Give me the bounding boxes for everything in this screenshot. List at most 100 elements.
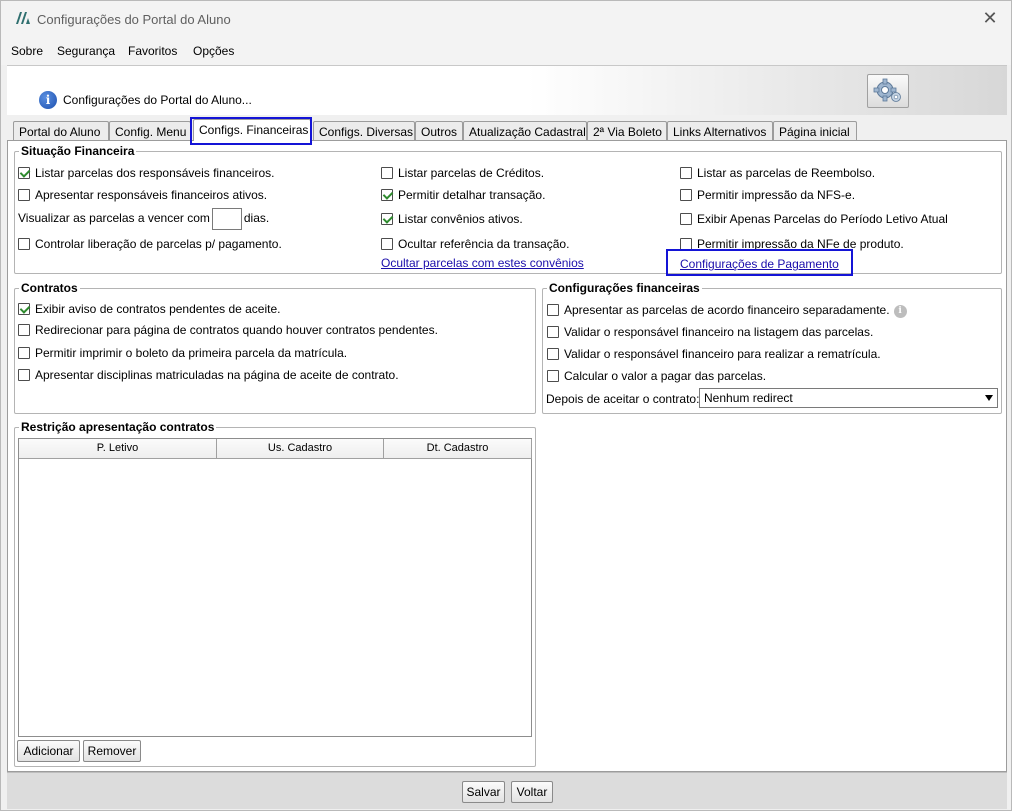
checkbox-label: Apresentar responsáveis financeiros ativ… — [35, 188, 268, 202]
cb-ocultar-referencia[interactable]: Ocultar referência da transação. — [381, 236, 569, 252]
cb-disciplinas-matriculadas[interactable]: Apresentar disciplinas matriculadas na p… — [18, 367, 399, 383]
checkbox-label: Permitir detalhar transação. — [398, 188, 546, 202]
checkbox-label: Listar convênios ativos. — [398, 212, 523, 226]
after-accept-select[interactable]: Nenhum redirect — [699, 388, 998, 408]
back-button[interactable]: Voltar — [511, 781, 553, 803]
info-icon[interactable]: i — [893, 305, 907, 318]
cb-parcelas-reembolso[interactable]: Listar as parcelas de Reembolso. — [680, 165, 875, 181]
cb-aviso-contratos[interactable]: Exibir aviso de contratos pendentes de a… — [18, 301, 280, 317]
menu-opcoes[interactable]: Opções — [193, 44, 234, 58]
settings-button[interactable] — [867, 74, 909, 108]
active-tab-highlight — [190, 117, 312, 145]
checkbox-label: Exibir aviso de contratos pendentes de a… — [35, 302, 281, 316]
add-button[interactable]: Adicionar — [17, 740, 80, 762]
checkbox-label: Controlar liberação de parcelas p/ pagam… — [35, 237, 282, 251]
tab-configs-diversas[interactable]: Configs. Diversas — [313, 121, 415, 141]
checkbox[interactable] — [547, 326, 559, 338]
cb-calcular-valor[interactable]: Calcular o valor a pagar das parcelas. — [547, 368, 766, 384]
cb-validar-rematricula[interactable]: Validar o responsável financeiro para re… — [547, 346, 881, 362]
vencer-days-input[interactable] — [211, 207, 242, 230]
cb-detalhar-transacao[interactable]: Permitir detalhar transação. — [381, 187, 545, 203]
checkbox[interactable] — [18, 324, 30, 336]
checkbox-label: Ocultar referência da transação. — [398, 237, 570, 251]
col-dt-cadastro[interactable]: Dt. Cadastro — [384, 439, 532, 459]
tab-panel: Situação Financeira Listar parcelas dos … — [7, 140, 1007, 772]
checkbox[interactable] — [18, 347, 30, 359]
close-icon[interactable]: ✕ — [979, 7, 1001, 29]
cb-listar-convenios[interactable]: Listar convênios ativos. — [381, 211, 523, 227]
checkbox[interactable] — [547, 370, 559, 382]
checkbox-label: Redirecionar para página de contratos qu… — [35, 323, 438, 337]
tab-links-alternativos[interactable]: Links Alternativos — [667, 121, 773, 141]
footer-bar: Salvar Voltar — [7, 772, 1007, 809]
checkbox-label: Permitir imprimir o boleto da primeira p… — [35, 346, 348, 360]
checkbox[interactable] — [381, 213, 393, 225]
checkbox-label: Calcular o valor a pagar das parcelas. — [564, 369, 767, 383]
after-accept-value: Nenhum redirect — [704, 391, 793, 405]
contratos-legend: Contratos — [21, 281, 78, 295]
checkbox[interactable] — [680, 213, 692, 225]
checkbox-label: Permitir impressão da NFS-e. — [697, 188, 856, 202]
restricao-legend: Restrição apresentação contratos — [21, 420, 215, 434]
checkbox-label: Apresentar as parcelas de acordo finance… — [564, 303, 890, 317]
chevron-down-icon — [985, 395, 993, 401]
checkbox[interactable] — [18, 167, 30, 179]
cb-imprimir-boleto[interactable]: Permitir imprimir o boleto da primeira p… — [18, 345, 347, 361]
cb-validar-listagem[interactable]: Validar o responsável financeiro na list… — [547, 324, 873, 340]
tab-pagina-inicial[interactable]: Página inicial — [773, 121, 857, 141]
checkbox-label: Listar parcelas de Créditos. — [398, 166, 545, 180]
col-us-cadastro[interactable]: Us. Cadastro — [217, 439, 384, 459]
checkbox[interactable] — [18, 303, 30, 315]
tab-outros[interactable]: Outros — [415, 121, 463, 141]
info-icon: i — [39, 91, 57, 109]
cb-listar-creditos[interactable]: Listar parcelas de Créditos. — [381, 165, 544, 181]
cb-periodo-letivo-atual[interactable]: Exibir Apenas Parcelas do Período Letivo… — [680, 211, 948, 227]
checkbox[interactable] — [547, 348, 559, 360]
save-button[interactable]: Salvar — [462, 781, 505, 803]
tab-portal-do-aluno[interactable]: Portal do Aluno — [13, 121, 109, 141]
config-fin-legend: Configurações financeiras — [549, 281, 700, 295]
checkbox[interactable] — [680, 167, 692, 179]
tab-config-menu[interactable]: Config. Menu — [109, 121, 191, 141]
checkbox-label: Exibir Apenas Parcelas do Período Letivo… — [697, 212, 948, 226]
cb-controlar-liberacao[interactable]: Controlar liberação de parcelas p/ pagam… — [18, 236, 282, 252]
link-ocultar-convenios[interactable]: Ocultar parcelas com estes convênios — [381, 255, 584, 271]
menu-seguranca[interactable]: Segurança — [57, 44, 115, 58]
header-text: Configurações do Portal do Aluno... — [63, 93, 252, 107]
app-logo-icon — [16, 12, 30, 24]
checkbox[interactable] — [680, 189, 692, 201]
cb-listar-parcelas-responsaveis[interactable]: Listar parcelas dos responsáveis finance… — [18, 165, 274, 181]
checkbox-label: Listar as parcelas de Reembolso. — [697, 166, 876, 180]
menu-favoritos[interactable]: Favoritos — [128, 44, 177, 58]
cb-redirecionar-contratos[interactable]: Redirecionar para página de contratos qu… — [18, 322, 438, 338]
checkbox-label: Validar o responsável financeiro na list… — [564, 325, 874, 339]
app-window: Configurações do Portal do Aluno ✕ Sobre… — [0, 0, 1012, 811]
gear-settings-icon — [873, 78, 901, 102]
tab-atualizacao-cadastral[interactable]: Atualização Cadastral — [463, 121, 587, 141]
checkbox-label: Validar o responsável financeiro para re… — [564, 347, 881, 361]
remove-button[interactable]: Remover — [83, 740, 141, 762]
checkbox[interactable] — [381, 189, 393, 201]
cb-apresentar-responsaveis[interactable]: Apresentar responsáveis financeiros ativ… — [18, 187, 267, 203]
col-p-letivo[interactable]: P. Letivo — [19, 439, 217, 459]
checkbox[interactable] — [18, 369, 30, 381]
cb-impressao-nfse[interactable]: Permitir impressão da NFS-e. — [680, 187, 855, 203]
menu-sobre[interactable]: Sobre — [11, 44, 43, 58]
checkbox[interactable] — [381, 238, 393, 250]
menu-bar: Sobre Segurança Favoritos Opções — [1, 37, 1011, 65]
checkbox[interactable] — [381, 167, 393, 179]
vencer-prefix: Visualizar as parcelas a vencer com — [18, 211, 210, 225]
after-accept-label: Depois de aceitar o contrato: — [546, 392, 700, 406]
checkbox[interactable] — [18, 238, 30, 250]
pagamento-link-highlight — [666, 249, 853, 276]
checkbox-label: Listar parcelas dos responsáveis finance… — [35, 166, 275, 180]
situacao-legend: Situação Financeira — [21, 144, 135, 158]
vencer-suffix: dias. — [243, 211, 270, 225]
header-gradient — [527, 66, 1007, 115]
tab-2a-via-boleto[interactable]: 2ª Via Boleto — [587, 121, 667, 141]
title-bar: Configurações do Portal do Aluno ✕ — [1, 1, 1011, 37]
checkbox[interactable] — [18, 189, 30, 201]
cb-acordo-separadamente[interactable]: Apresentar as parcelas de acordo finance… — [547, 302, 907, 318]
checkbox[interactable] — [547, 304, 559, 316]
restricao-table[interactable]: P. Letivo Us. Cadastro Dt. Cadastro — [18, 438, 532, 737]
